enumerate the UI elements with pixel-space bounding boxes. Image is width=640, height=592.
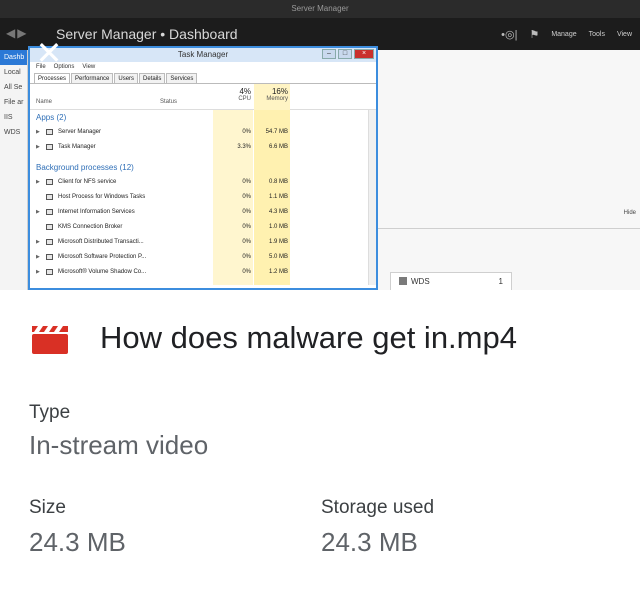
cpu-label: CPU: [238, 96, 251, 102]
table-row: ▶ Microsoft Distributed Transacti... 0% …: [30, 235, 370, 250]
server-manager-sidebar: Dashb Local All Se File ar IIS WDS: [0, 50, 28, 290]
table-row: ▶ Client for NFS service 0% 0.8 MB: [30, 175, 370, 190]
col-name: Name: [36, 99, 53, 105]
sidebar-item-all-servers: All Se: [4, 84, 23, 91]
expand-icon: ▶: [36, 129, 40, 135]
app-icon: [46, 129, 53, 135]
task-manager-tabs: Processes Performance Users Details Serv…: [30, 73, 376, 84]
expand-icon: ▶: [36, 209, 40, 215]
menu-tools: Tools: [588, 31, 605, 38]
apps-group-header: Apps (2): [36, 113, 67, 122]
table-row: ▶ Microsoft® Volume Shadow Co... 0% 1.2 …: [30, 265, 370, 280]
app-icon: [46, 144, 53, 150]
sidebar-item-file: File ar: [4, 99, 24, 106]
maximize-icon: □: [338, 49, 352, 59]
expand-icon: ▶: [36, 239, 40, 245]
process-icon: [46, 194, 53, 200]
sidebar-item-dashboard: Dashb: [0, 50, 27, 65]
divider: [378, 228, 640, 229]
table-row: Host Process for Windows Tasks 0% 1.1 MB: [30, 190, 370, 205]
task-manager-titlebar: Task Manager – □ ×: [30, 48, 376, 62]
wds-label: WDS: [411, 277, 430, 286]
column-headers: Name Status 4% CPU 16% Memory: [30, 84, 376, 110]
table-row: ▶ Task Manager 3.3% 6.6 MB: [30, 140, 370, 155]
window-controls: – □ ×: [322, 49, 374, 59]
menu-view-tm: View: [82, 64, 96, 70]
video-clapperboard-icon: [32, 326, 68, 354]
breadcrumb: Server Manager • Dashboard: [56, 26, 238, 42]
video-thumbnail[interactable]: Server Manager ◀▶ Server Manager • Dashb…: [0, 0, 640, 290]
sidebar-item-local: Local: [4, 69, 21, 76]
size-value: 24.3 MB: [29, 527, 126, 557]
process-icon: [46, 224, 53, 230]
memory-percent: 16%: [271, 87, 288, 96]
window-close-icon: ×: [354, 49, 374, 59]
storage-used-label: Storage used: [321, 497, 435, 518]
wds-tile: WDS 1: [390, 272, 512, 290]
sidebar-item-wds: WDS: [4, 129, 21, 136]
tab-services: Services: [166, 73, 198, 83]
file-details-sheet: How does malware get in.mp4 Type In-stre…: [0, 290, 640, 592]
process-list: Apps (2) ▶ Server Manager 0% 54.7 MB ▶ T…: [30, 110, 376, 285]
flag-icon: ⚑: [529, 29, 540, 41]
process-icon: [46, 209, 53, 215]
file-name: How does malware get in.mp4: [100, 320, 517, 355]
tab-details: Details: [139, 73, 166, 83]
type-label: Type: [29, 402, 71, 423]
refresh-icon: •◎|: [501, 29, 518, 41]
col-cpu: 4% CPU: [213, 84, 253, 110]
close-icon[interactable]: ✕: [34, 37, 64, 69]
task-manager-title: Task Manager: [177, 50, 229, 59]
storage-used-value: 24.3 MB: [321, 527, 418, 557]
process-icon: [46, 179, 53, 185]
table-row: ▶ Server Manager 0% 54.7 MB: [30, 125, 370, 140]
minimize-icon: –: [322, 49, 336, 59]
wds-count: 1: [498, 277, 503, 286]
task-manager-window: Task Manager – □ × File Options View Pro…: [28, 46, 378, 290]
background-group-header: Background processes (12): [36, 163, 134, 172]
menu-view: View: [616, 31, 632, 38]
table-row: KMS Connection Broker 0% 1.0 MB: [30, 220, 370, 235]
table-row: ▶ Internet Information Services 0% 4.3 M…: [30, 205, 370, 220]
process-icon: [46, 239, 53, 245]
server-manager-titlebar: Server Manager: [0, 0, 640, 18]
tab-performance: Performance: [71, 73, 114, 83]
memory-label: Memory: [266, 96, 288, 102]
tab-processes: Processes: [34, 73, 71, 83]
hide-label: Hide: [623, 210, 636, 216]
task-manager-menu: File Options View: [30, 62, 376, 73]
type-value: In-stream video: [29, 430, 209, 460]
expand-icon: ▶: [36, 269, 40, 275]
expand-icon: ▶: [36, 254, 40, 260]
header-actions: •◎| ⚑ Manage Tools View: [501, 28, 632, 41]
col-status: Status: [160, 99, 178, 105]
table-row: ▶ Microsoft Software Protection P... 0% …: [30, 250, 370, 265]
server-icon: [399, 277, 407, 285]
size-label: Size: [29, 497, 66, 518]
cpu-percent: 4%: [239, 87, 251, 96]
expand-icon: ▶: [36, 179, 40, 185]
tab-users: Users: [114, 73, 139, 83]
sidebar-item-iis: IIS: [4, 114, 13, 121]
col-memory: 16% Memory: [254, 84, 290, 110]
process-icon: [46, 254, 53, 260]
expand-icon: ▶: [36, 144, 40, 150]
menu-manage: Manage: [551, 31, 577, 38]
process-icon: [46, 269, 53, 275]
